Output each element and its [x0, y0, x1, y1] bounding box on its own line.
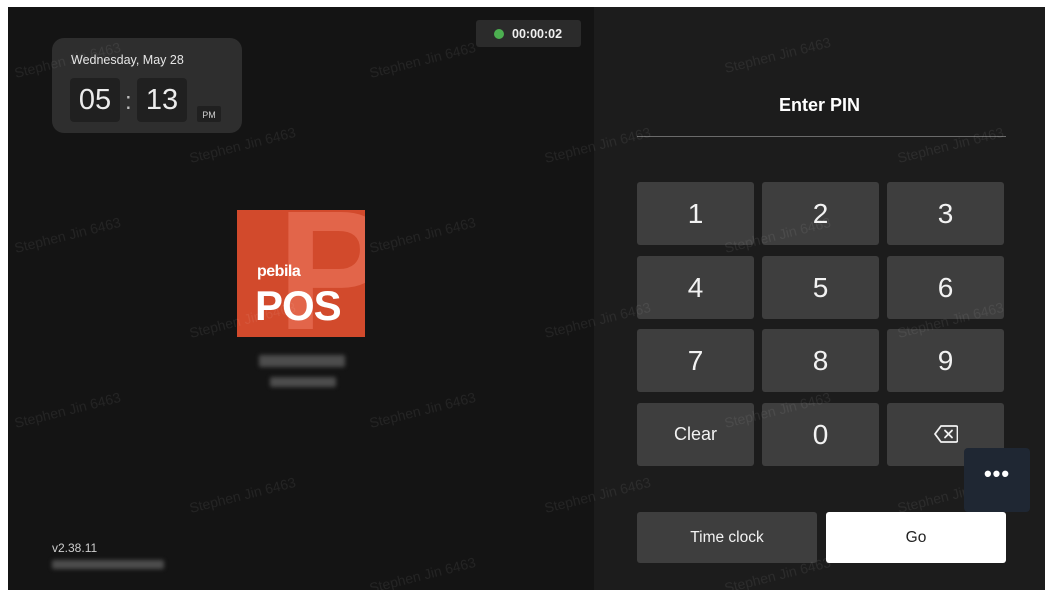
key-8[interactable]: 8: [762, 329, 879, 392]
time-clock-button[interactable]: Time clock: [637, 512, 817, 563]
key-4[interactable]: 4: [637, 256, 754, 319]
clock-widget: Wednesday, May 28 05 : 13 PM: [52, 38, 242, 133]
clock-minutes: 13: [137, 78, 187, 122]
app-logo: P pebila POS: [237, 210, 365, 337]
session-timer: 00:00:02: [476, 20, 581, 47]
pin-title: Enter PIN: [778, 95, 861, 115]
go-button[interactable]: Go: [826, 512, 1006, 563]
more-options-button[interactable]: •••: [964, 448, 1030, 512]
key-7[interactable]: 7: [637, 329, 754, 392]
logo-brand-text: pebila: [257, 263, 301, 280]
backspace-icon: [934, 425, 958, 443]
clock-date: Wednesday, May 28: [71, 53, 184, 67]
key-0[interactable]: 0: [762, 403, 879, 466]
pin-input-underline[interactable]: [637, 136, 1006, 137]
key-1[interactable]: 1: [637, 182, 754, 245]
app-version: v2.38.11: [52, 541, 98, 555]
key-5[interactable]: 5: [762, 256, 879, 319]
store-name-redacted: [259, 355, 345, 367]
store-location-redacted: [270, 377, 336, 387]
timer-text: 00:00:02: [512, 27, 563, 41]
clock-hours: 05: [70, 78, 120, 122]
clock-colon: :: [125, 88, 132, 115]
device-id-redacted: [52, 560, 164, 569]
clock-ampm: PM: [197, 106, 221, 122]
key-3[interactable]: 3: [887, 182, 1004, 245]
logo-pos-text: POS: [255, 282, 342, 329]
status-dot-icon: [494, 29, 504, 39]
pos-screen: Wednesday, May 28 05 : 13 PM 00:00:02 P …: [8, 7, 1045, 590]
key-clear[interactable]: Clear: [637, 403, 754, 466]
key-2[interactable]: 2: [762, 182, 879, 245]
key-9[interactable]: 9: [887, 329, 1004, 392]
key-6[interactable]: 6: [887, 256, 1004, 319]
left-pane: Wednesday, May 28 05 : 13 PM 00:00:02 P …: [8, 7, 594, 590]
